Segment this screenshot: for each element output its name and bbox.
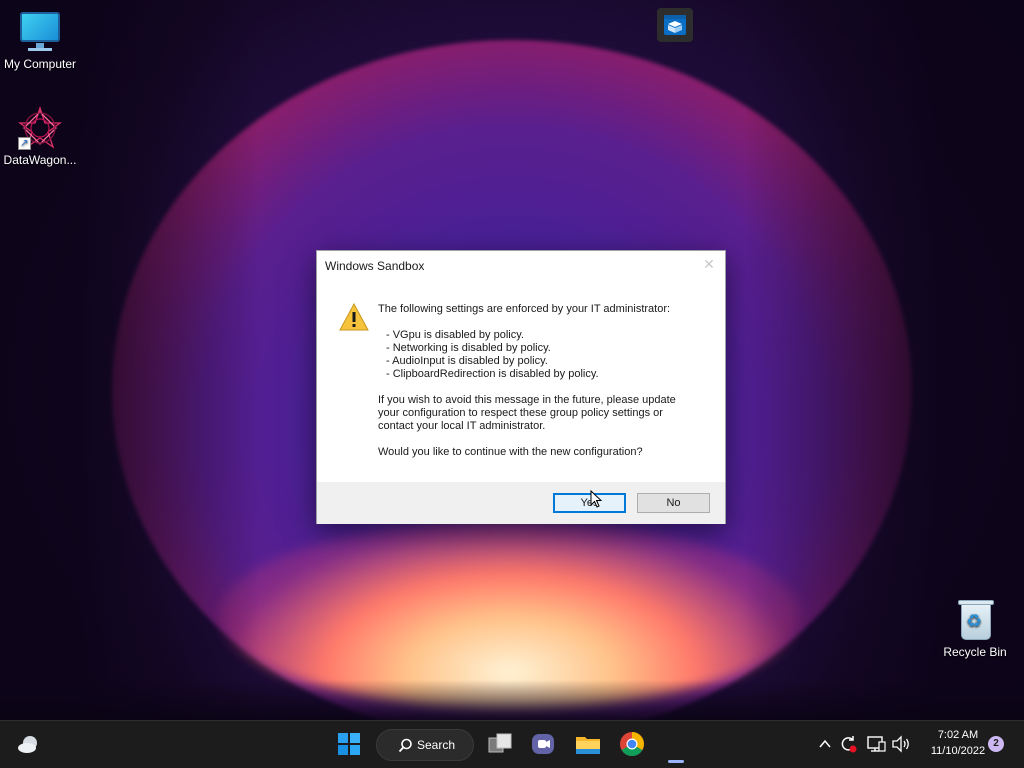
- active-app-indicator: [668, 760, 684, 763]
- search-icon: [398, 738, 412, 753]
- dialog-button-bar: Yes No: [317, 482, 725, 524]
- desktop-icon-label: Recycle Bin: [943, 645, 1007, 659]
- shortcut-arrow-icon: ↗: [18, 137, 31, 150]
- clock-date[interactable]: 11/10/2022: [920, 745, 996, 757]
- policy-item: - VGpu is disabled by policy.: [386, 329, 524, 341]
- dialog-advice-line: contact your local IT administrator.: [378, 420, 546, 432]
- policy-item: - Networking is disabled by policy.: [386, 342, 551, 354]
- sandbox-taskbar-button[interactable]: [657, 8, 693, 42]
- desktop-icon-recycle-bin[interactable]: ♻ Recycle Bin: [935, 598, 1015, 659]
- file-explorer-icon[interactable]: [575, 732, 601, 756]
- dialog-title: Windows Sandbox: [325, 259, 425, 273]
- sync-icon[interactable]: [838, 734, 858, 754]
- mouse-cursor-icon: [590, 490, 602, 508]
- task-view-icon[interactable]: [487, 732, 513, 756]
- teams-chat-icon[interactable]: [530, 732, 556, 756]
- close-icon[interactable]: ✕: [701, 256, 717, 272]
- volume-icon[interactable]: [891, 734, 911, 754]
- dialog-message: The following settings are enforced by y…: [378, 303, 708, 459]
- dialog-advice-line: your configuration to respect these grou…: [378, 407, 663, 419]
- monitor-icon: [18, 10, 62, 54]
- recycle-bin-icon: ♻: [953, 598, 997, 642]
- dialog-question: Would you like to continue with the new …: [378, 446, 643, 458]
- chevron-up-icon[interactable]: [818, 738, 832, 750]
- search-label: Search: [417, 738, 456, 752]
- start-icon[interactable]: [337, 732, 361, 756]
- weather-icon[interactable]: [16, 732, 42, 756]
- notification-badge[interactable]: 2: [988, 736, 1004, 752]
- desktop-icon-datawagon[interactable]: ↗ DataWagon...: [0, 106, 80, 167]
- desktop-icon-label: My Computer: [3, 57, 77, 71]
- warning-icon: [339, 303, 369, 331]
- desktop-icon-label: DataWagon...: [3, 153, 77, 167]
- desktop-icon-my-computer[interactable]: My Computer: [0, 10, 80, 71]
- dialog-intro: The following settings are enforced by y…: [378, 303, 671, 315]
- datawagon-shortcut-icon: ↗: [18, 106, 62, 150]
- windows-sandbox-dialog: Windows Sandbox ✕ The following settings…: [316, 250, 726, 524]
- sandbox-icon: [664, 15, 686, 35]
- policy-item: - AudioInput is disabled by policy.: [386, 355, 548, 367]
- network-icon[interactable]: [866, 734, 886, 754]
- dialog-advice-line: If you wish to avoid this message in the…: [378, 394, 676, 406]
- chrome-icon[interactable]: [619, 731, 645, 757]
- no-button[interactable]: No: [637, 493, 710, 513]
- taskbar-search-box[interactable]: Search: [376, 729, 474, 761]
- clock-time[interactable]: 7:02 AM: [920, 729, 996, 741]
- policy-item: - ClipboardRedirection is disabled by po…: [386, 368, 599, 380]
